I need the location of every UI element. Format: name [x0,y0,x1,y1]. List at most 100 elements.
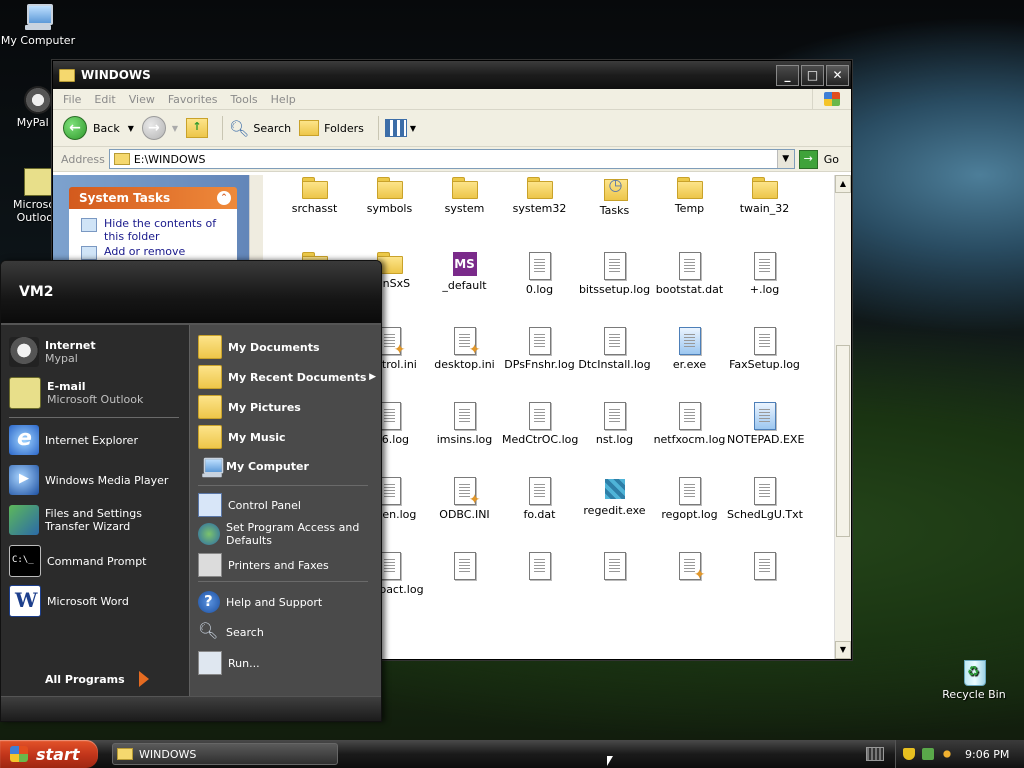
place-my-music[interactable]: My Music [198,425,286,449]
start-button[interactable]: start [0,740,98,768]
desktop-icon-recycle-bin[interactable]: Recycle Bin [936,656,1012,701]
system-tasks-header[interactable]: System Tasks ⌃ [69,187,237,209]
help-and-support[interactable]: Help and Support [198,591,322,613]
keyboard-icon[interactable] [866,747,884,761]
file-item[interactable]: 0.log [502,252,577,296]
pinned-internet[interactable]: Internet Mypal [9,337,96,367]
place-my-computer[interactable]: My Computer [198,455,309,478]
all-programs-label: All Programs [45,672,125,686]
menu-tools[interactable]: Tools [231,93,258,106]
file-item[interactable]: er.exe [652,327,727,371]
file-item[interactable]: regedit.exe [577,477,652,517]
internet-explorer-icon [9,425,39,455]
file-label: SchedLgU.Txt [727,508,803,521]
system-printers-faxes[interactable]: Printers and Faxes [198,553,329,577]
task-add-remove[interactable]: Add or remove [81,245,231,260]
network-icon[interactable] [922,748,934,760]
address-input[interactable]: E:\WINDOWS ▼ [108,149,795,169]
file-item[interactable]: FaxSetup.log [727,327,802,371]
scroll-down-button[interactable]: ▼ [835,641,851,659]
maximize-button[interactable]: □ [801,64,824,86]
file-item[interactable]: system32 [502,177,577,215]
start-search[interactable]: 🔍︎ Search [198,621,264,643]
taskbar-window-button[interactable]: WINDOWS [112,743,338,765]
file-item[interactable]: system [427,177,502,215]
search-button[interactable]: 🔍︎ Search [229,119,291,138]
chevron-down-icon[interactable]: ▼ [128,124,134,133]
chevron-down-icon: ▼ [171,123,179,133]
recent-internet-explorer[interactable]: Internet Explorer [9,425,138,455]
file-item[interactable]: imsins.log [427,402,502,446]
menu-view[interactable]: View [129,93,155,106]
file-item[interactable]: NOTEPAD.EXE [727,402,804,446]
recent-windows-media-player[interactable]: Windows Media Player [9,465,168,495]
file-item[interactable]: ODBC.INI [427,477,502,521]
forward-button[interactable]: → ▼ [141,116,179,140]
help-icon [198,591,220,613]
folders-button[interactable]: Folders [299,120,364,136]
file-item[interactable]: desktop.ini [427,327,502,371]
clock[interactable]: 9:06 PM [965,748,1009,761]
recent-microsoft-word[interactable]: Microsoft Word [9,585,129,617]
scroll-up-button[interactable]: ▲ [835,175,851,193]
text-file-icon [603,402,626,430]
file-item[interactable]: fo.dat [502,477,577,521]
folder-icon [526,177,553,199]
file-item[interactable]: DtcInstall.log [577,327,652,371]
collapse-icon[interactable]: ⌃ [217,191,231,205]
file-item[interactable]: bootstat.dat [652,252,727,296]
back-button[interactable]: ← Back ▼ [63,116,134,140]
start-run[interactable]: Run... [198,651,260,675]
file-item[interactable]: symbols [352,177,427,215]
file-item[interactable]: Tasks [577,175,652,217]
menu-file[interactable]: File [63,93,81,106]
file-list-scrollbar[interactable]: ▲ ▼ [834,175,851,659]
system-control-panel[interactable]: Control Panel [198,493,301,517]
file-item[interactable]: bitssetup.log [577,252,652,296]
text-file-icon [753,327,776,355]
menu-edit[interactable]: Edit [94,93,115,106]
file-item[interactable]: DPsFnshr.log [502,327,577,371]
file-item[interactable] [652,552,727,583]
go-button[interactable]: → Go [798,149,839,169]
right-arrow-icon [138,671,149,687]
place-my-documents[interactable]: My Documents [198,335,320,359]
file-item[interactable]: netfxocm.log [652,402,727,446]
file-item[interactable] [577,552,652,583]
file-item[interactable] [427,552,502,583]
place-my-pictures[interactable]: My Pictures [198,395,301,419]
taskbar: start WINDOWS 9:06 PM [0,740,1024,768]
search-tray-icon[interactable] [941,748,953,760]
desktop-icon-my-computer[interactable]: My Computer [0,4,76,47]
file-item[interactable]: MedCtrOC.log [502,402,578,446]
menu-favorites[interactable]: Favorites [168,93,218,106]
file-item[interactable]: regopt.log [652,477,727,521]
file-item[interactable] [727,552,802,583]
minimize-button[interactable]: _ [776,64,799,86]
file-item[interactable]: +.log [727,252,802,296]
file-item[interactable]: Temp [652,177,727,215]
recent-command-prompt[interactable]: Command Prompt [9,545,147,577]
file-item[interactable]: nst.log [577,402,652,446]
text-file-icon [753,552,776,580]
scroll-thumb[interactable] [836,345,850,537]
file-item[interactable] [502,552,577,583]
all-programs-button[interactable]: All Programs [45,671,149,687]
forward-arrow-icon: → [141,116,166,140]
system-program-access[interactable]: Set Program Access and Defaults [198,521,368,547]
menu-help[interactable]: Help [271,93,296,106]
pinned-email[interactable]: E-mail Microsoft Outlook [9,377,143,409]
close-button[interactable]: ✕ [826,64,849,86]
title-bar[interactable]: WINDOWS _ □ ✕ [53,61,851,89]
up-folder-button[interactable]: ↑ [186,118,209,138]
recent-files-settings-transfer[interactable]: Files and Settings Transfer Wizard [9,505,181,535]
file-item[interactable]: SchedLgU.Txt [727,477,803,521]
file-item[interactable]: srchasst [277,177,352,215]
file-item[interactable]: twain_32 [727,177,802,215]
views-button[interactable]: ▼ [384,119,416,137]
address-dropdown-button[interactable]: ▼ [776,150,794,168]
place-my-recent-documents[interactable]: My Recent Documents ▶ [198,365,376,389]
security-shield-icon[interactable] [903,748,915,760]
file-item[interactable]: _default [427,252,502,292]
task-hide-contents[interactable]: Hide the contents of this folder [81,217,231,243]
